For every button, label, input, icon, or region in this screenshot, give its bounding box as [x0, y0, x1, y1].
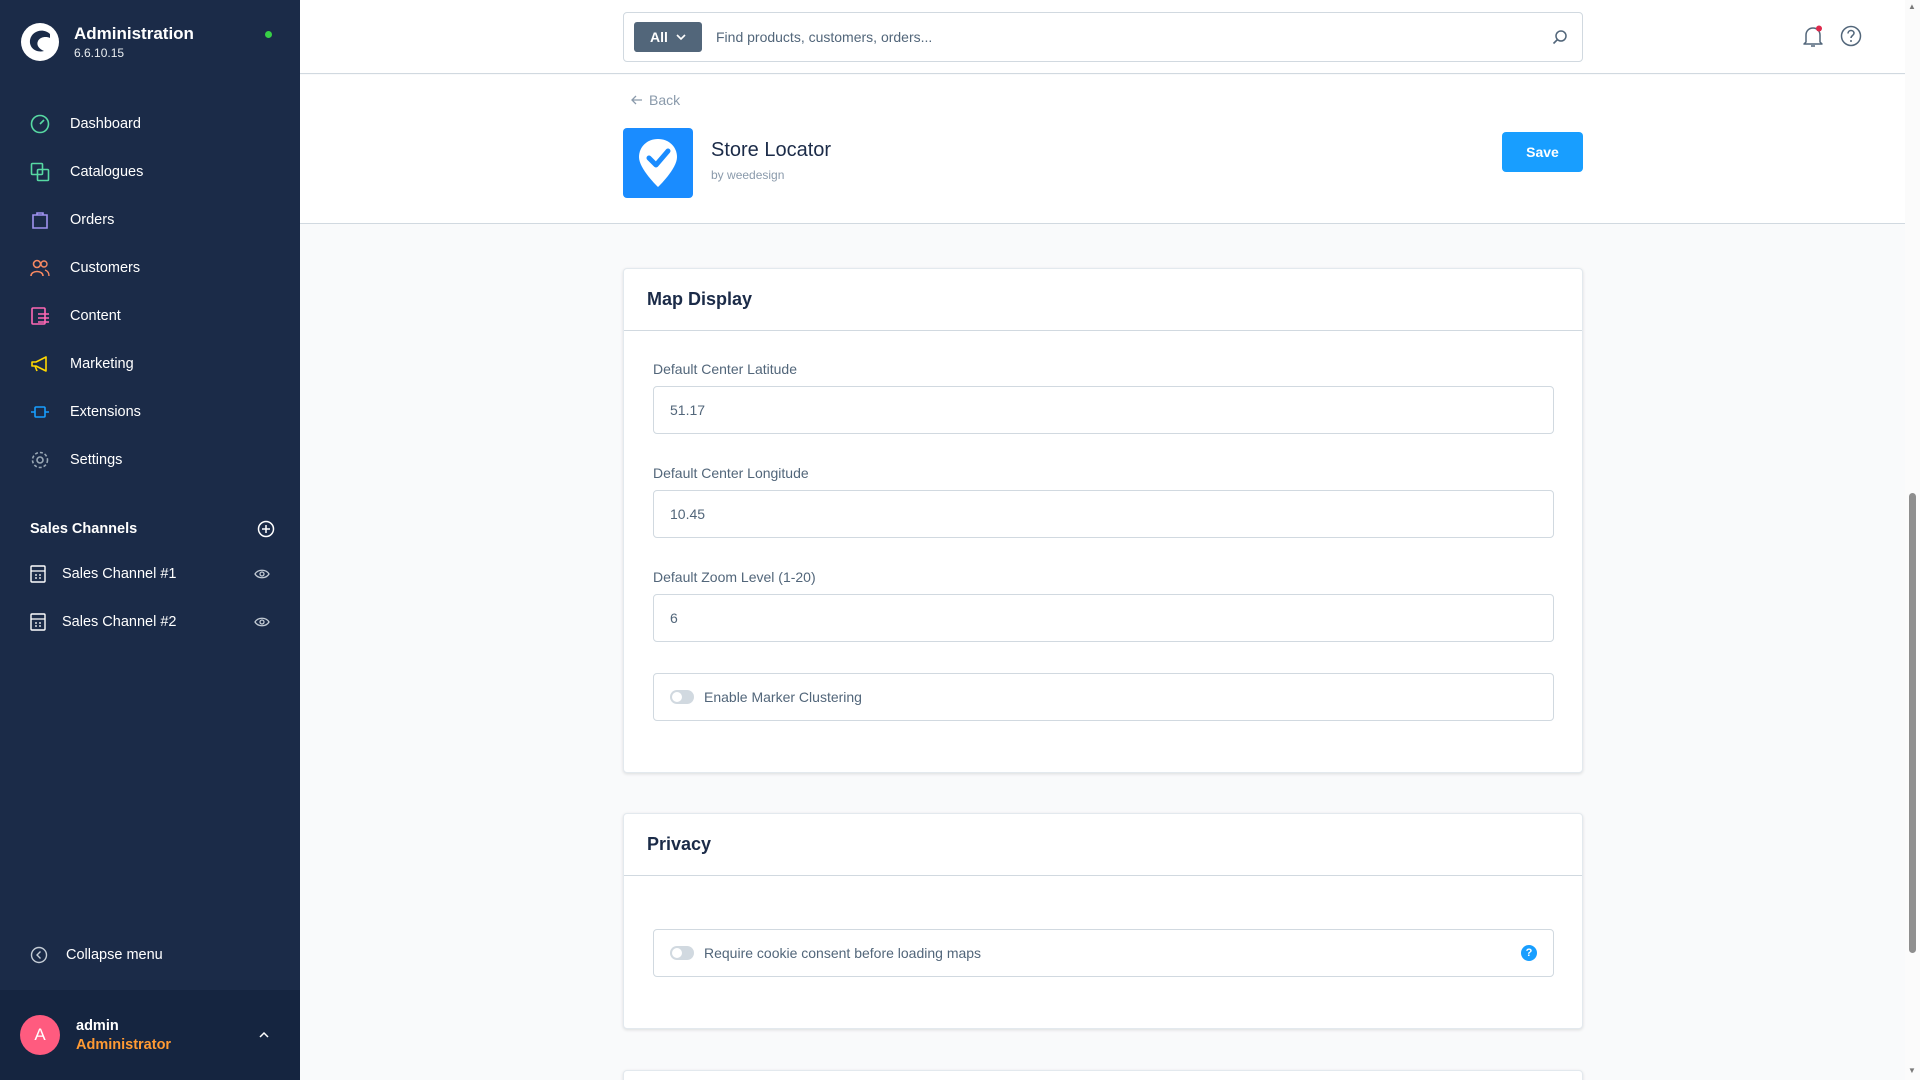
switch-label: Require cookie consent before loading ma…	[704, 945, 982, 961]
privacy-card: Privacy Require cookie consent before lo…	[623, 813, 1583, 1029]
card-title: Map Display	[624, 269, 1582, 331]
global-search: All	[623, 12, 1583, 62]
longitude-field: Default Center Longitude	[653, 465, 1554, 538]
dashboard-icon	[28, 112, 52, 136]
marker-clustering-field: Enable Marker Clustering	[653, 673, 1554, 721]
sales-channels-header: Sales Channels	[30, 520, 275, 538]
back-link[interactable]: Back	[631, 92, 680, 108]
top-bar: All	[300, 0, 1905, 74]
user-name: admin	[76, 1017, 119, 1034]
catalogue-icon	[28, 160, 52, 184]
scroll-down-arrow-icon[interactable]: ▼	[1908, 1066, 1916, 1075]
nav-item-catalogues[interactable]: Catalogues	[0, 148, 300, 196]
marketing-icon	[28, 352, 52, 376]
nav-item-extensions[interactable]: Extensions	[0, 388, 300, 436]
content-icon	[28, 304, 52, 328]
settings-icon	[28, 448, 52, 472]
card-title: Privacy	[624, 814, 1582, 876]
cookie-consent-field: Require cookie consent before loading ma…	[653, 929, 1554, 977]
nav-label: Dashboard	[70, 116, 141, 132]
extensions-icon	[28, 400, 52, 424]
sales-channel-label: Sales Channel #2	[62, 614, 177, 630]
zoom-level-field: Default Zoom Level (1-20)	[653, 569, 1554, 642]
chevron-left-circle-icon	[30, 946, 48, 964]
map-display-card: Map Display Default Center Latitude Defa…	[623, 268, 1583, 773]
sales-channel-label: Sales Channel #1	[62, 566, 177, 582]
nav-label: Customers	[70, 260, 141, 276]
map-pin-check-icon	[639, 139, 677, 187]
arrow-left-icon	[631, 95, 642, 105]
nav-item-content[interactable]: Content	[0, 292, 300, 340]
nav-label: Catalogues	[70, 164, 144, 180]
eye-icon[interactable]	[254, 568, 270, 580]
nav-label: Marketing	[70, 356, 134, 372]
help-icon[interactable]	[1840, 25, 1862, 47]
sidebar: Administration 6.6.10.15 Dashboard Catal…	[0, 0, 300, 1080]
sales-channels-title: Sales Channels	[30, 521, 138, 537]
latitude-field: Default Center Latitude	[653, 361, 1554, 434]
switch-label: Enable Marker Clustering	[704, 689, 862, 705]
by-prefix: by	[711, 168, 724, 182]
nav-label: Content	[70, 308, 121, 324]
orders-icon	[28, 208, 52, 232]
field-label: Default Center Latitude	[653, 361, 797, 377]
search-icon[interactable]	[1552, 29, 1568, 45]
chevron-up-icon[interactable]	[258, 1031, 270, 1039]
sales-channel-list: Sales Channel #1 Sales Channel #2	[0, 550, 300, 646]
scrollbar-thumb[interactable]	[1909, 493, 1916, 953]
customers-icon	[28, 256, 52, 280]
search-type-label: All	[650, 29, 668, 45]
search-type-dropdown[interactable]: All	[634, 22, 702, 52]
eye-icon[interactable]	[254, 616, 270, 628]
sales-channel-item-2[interactable]: Sales Channel #2	[0, 598, 300, 646]
zoom-level-input[interactable]	[653, 594, 1554, 642]
nav-label: Orders	[70, 212, 115, 228]
nav-label: Settings	[70, 452, 123, 468]
add-sales-channel-icon[interactable]	[257, 520, 275, 538]
status-indicator	[265, 31, 272, 38]
scrollbar[interactable]: ▲ ▼	[1905, 0, 1920, 1080]
latitude-input[interactable]	[653, 386, 1554, 434]
scroll-up-arrow-icon[interactable]: ▲	[1908, 2, 1916, 11]
cookie-consent-toggle[interactable]	[670, 946, 694, 960]
storefront-icon	[30, 613, 46, 631]
avatar: A	[20, 1015, 60, 1055]
help-tooltip-icon[interactable]: ?	[1521, 945, 1537, 961]
app-logo	[623, 128, 693, 198]
app-vendor-line: by weedesign	[711, 168, 784, 182]
main-nav: Dashboard Catalogues Orders Customers Co…	[0, 100, 300, 484]
user-menu[interactable]: A admin Administrator	[0, 990, 300, 1080]
shopware-logo-icon	[21, 23, 59, 61]
back-label: Back	[649, 92, 681, 108]
page-title: Store Locator	[711, 139, 832, 161]
collapse-menu-label: Collapse menu	[66, 947, 163, 963]
user-role: Administrator	[76, 1036, 172, 1053]
chevron-down-icon	[676, 33, 686, 40]
collapse-menu-button[interactable]: Collapse menu	[30, 946, 163, 964]
notification-bell-icon[interactable]	[1802, 25, 1824, 49]
nav-item-marketing[interactable]: Marketing	[0, 340, 300, 388]
vendor-name[interactable]: weedesign	[727, 168, 784, 182]
brand[interactable]: Administration 6.6.10.15	[20, 22, 194, 62]
nav-label: Extensions	[70, 404, 141, 420]
page-header: Back Store Locator by weedesign Save	[300, 75, 1905, 224]
marker-clustering-toggle[interactable]	[670, 690, 694, 704]
storefront-icon	[30, 565, 46, 583]
field-label: Default Zoom Level (1-20)	[653, 569, 816, 585]
next-card	[623, 1070, 1583, 1080]
brand-title: Administration	[74, 24, 194, 43]
sales-channel-item-1[interactable]: Sales Channel #1	[0, 550, 300, 598]
save-button[interactable]: Save	[1502, 132, 1583, 172]
nav-item-settings[interactable]: Settings	[0, 436, 300, 484]
brand-version: 6.6.10.15	[74, 46, 125, 60]
nav-item-dashboard[interactable]: Dashboard	[0, 100, 300, 148]
longitude-input[interactable]	[653, 490, 1554, 538]
search-input[interactable]	[716, 29, 1552, 45]
nav-item-orders[interactable]: Orders	[0, 196, 300, 244]
field-label: Default Center Longitude	[653, 465, 809, 481]
nav-item-customers[interactable]: Customers	[0, 244, 300, 292]
